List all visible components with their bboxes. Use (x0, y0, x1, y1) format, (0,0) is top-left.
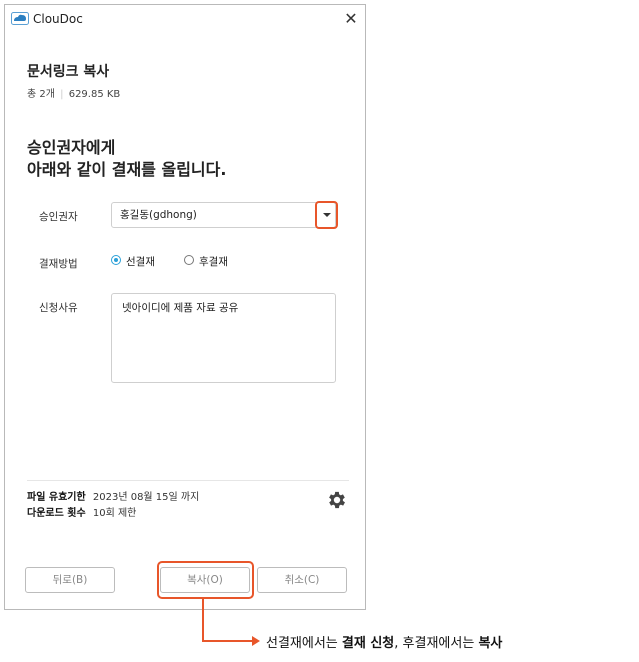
radio-pre-approval-label: 선결재 (126, 256, 155, 268)
radio-selected-icon (111, 255, 121, 265)
gear-icon[interactable] (326, 489, 348, 511)
approver-dropdown-button[interactable] (315, 201, 338, 229)
summary-separator: | (60, 89, 64, 100)
approval-message: 승인권자에게 아래와 같이 결재를 올립니다. (27, 137, 226, 181)
callout-line-vertical (202, 598, 204, 641)
download-value: 10회 제한 (92, 508, 137, 519)
expiry-value: 2023년 08월 15일 까지 (92, 492, 200, 503)
expiry-info: 파일 유효기한 2023년 08월 15일 까지 (27, 488, 199, 503)
back-button[interactable]: 뒤로(B) (25, 567, 115, 593)
download-label: 다운로드 횟수 (27, 508, 86, 519)
caption-bold2: 복사 (478, 636, 503, 651)
radio-unselected-icon (184, 255, 194, 265)
window-title: ClouDoc (33, 12, 83, 26)
annotation-caption: 선결재에서는 결재 신청, 후결재에서는 복사 (266, 632, 502, 651)
caption-bold1: 결재 신청 (341, 636, 395, 651)
file-summary: 총 2개 | 629.85 KB (27, 85, 120, 100)
approval-message-line1: 승인권자에게 (27, 138, 116, 157)
method-label: 결재방법 (39, 258, 78, 270)
title-bar: ClouDoc ✕ (5, 5, 365, 35)
file-count: 총 2개 (27, 89, 55, 100)
radio-post-approval-label: 후결재 (199, 256, 228, 268)
reason-textarea[interactable]: 넷아이디에 제품 자료 공유 (111, 293, 336, 383)
caption-part1: 선결재에서는 (266, 636, 342, 651)
approver-label: 승인권자 (39, 211, 78, 223)
cancel-button[interactable]: 취소(C) (257, 567, 347, 593)
callout-line-horizontal (202, 640, 254, 642)
download-info: 다운로드 횟수 10회 제한 (27, 504, 136, 519)
approval-message-line2: 아래와 같이 결재를 올립니다. (27, 160, 227, 179)
chevron-down-icon (323, 213, 331, 217)
expiry-label: 파일 유효기한 (27, 492, 86, 503)
copy-button-highlight (157, 561, 254, 599)
reason-label: 신청사유 (39, 302, 78, 314)
caption-part2: , 후결재에서는 (394, 636, 479, 651)
page-title: 문서링크 복사 (27, 64, 110, 80)
arrow-right-icon (252, 636, 260, 646)
close-icon[interactable]: ✕ (343, 9, 359, 28)
file-size: 629.85 KB (68, 89, 121, 100)
approver-select[interactable]: 홍길동(gdhong) (111, 202, 336, 228)
cloudoc-logo-icon (11, 12, 29, 25)
dialog-window: ClouDoc ✕ 문서링크 복사 총 2개 | 629.85 KB 승인권자에… (4, 4, 366, 610)
divider (27, 480, 349, 481)
